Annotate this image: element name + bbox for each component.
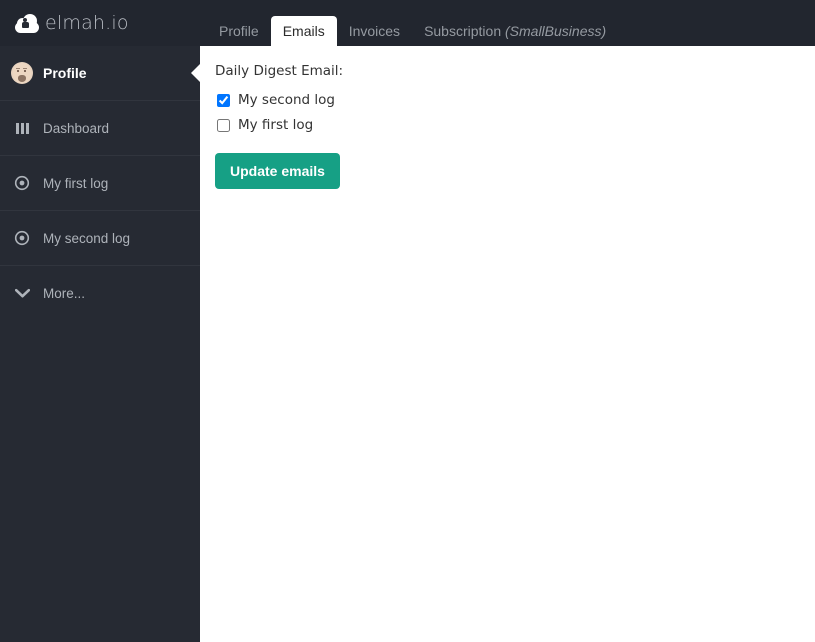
content-panel: Daily Digest Email: My second log My fir…	[200, 46, 815, 642]
tab-profile[interactable]: Profile	[207, 16, 271, 46]
brand[interactable]: elmah.io	[0, 0, 200, 46]
active-item-caret	[191, 64, 200, 82]
tab-invoices[interactable]: Invoices	[337, 16, 412, 46]
digest-checkbox-my-first-log[interactable]	[217, 119, 230, 132]
sidebar-item-profile[interactable]: Profile	[0, 46, 200, 101]
digest-checkbox-my-second-log[interactable]	[217, 94, 230, 107]
chevron-down-icon	[12, 284, 32, 304]
sidebar-item-my-second-log[interactable]: My second log	[0, 211, 200, 266]
sidebar-item-label: Dashboard	[43, 121, 109, 136]
checkbox-row: My second log	[215, 89, 815, 111]
target-icon	[12, 173, 32, 193]
sidebar-item-label: Profile	[43, 65, 87, 81]
sidebar-item-dashboard[interactable]: Dashboard	[0, 101, 200, 156]
avatar-icon	[12, 63, 32, 83]
digest-checkbox-label[interactable]: My first log	[238, 117, 313, 133]
sidebar-item-label: More...	[43, 286, 85, 301]
target-icon	[12, 228, 32, 248]
sidebar: elmah.io Profile Dashboard	[0, 0, 200, 642]
tab-emails[interactable]: Emails	[271, 16, 337, 46]
tab-subscription[interactable]: Subscription (SmallBusiness)	[412, 16, 618, 46]
tab-label: Emails	[283, 23, 325, 39]
tab-label: Subscription	[424, 23, 501, 39]
cloud-logo-icon	[14, 13, 40, 34]
daily-digest-label: Daily Digest Email:	[215, 63, 815, 79]
digest-checkbox-label[interactable]: My second log	[238, 92, 335, 108]
brand-name: elmah.io	[45, 12, 129, 34]
tab-bar: Profile Emails Invoices Subscription (Sm…	[200, 0, 618, 46]
sidebar-item-label: My first log	[43, 176, 108, 191]
sidebar-item-my-first-log[interactable]: My first log	[0, 156, 200, 211]
tab-label: Profile	[219, 23, 259, 39]
grid-icon	[12, 118, 32, 138]
tab-label: Invoices	[349, 23, 400, 39]
app-root: elmah.io Profile Dashboard	[0, 0, 815, 642]
checkbox-row: My first log	[215, 114, 815, 136]
tab-subscription-plan: (SmallBusiness)	[505, 23, 606, 39]
sidebar-item-label: My second log	[43, 231, 130, 246]
sidebar-item-more[interactable]: More...	[0, 266, 200, 321]
update-emails-button[interactable]: Update emails	[215, 153, 340, 189]
